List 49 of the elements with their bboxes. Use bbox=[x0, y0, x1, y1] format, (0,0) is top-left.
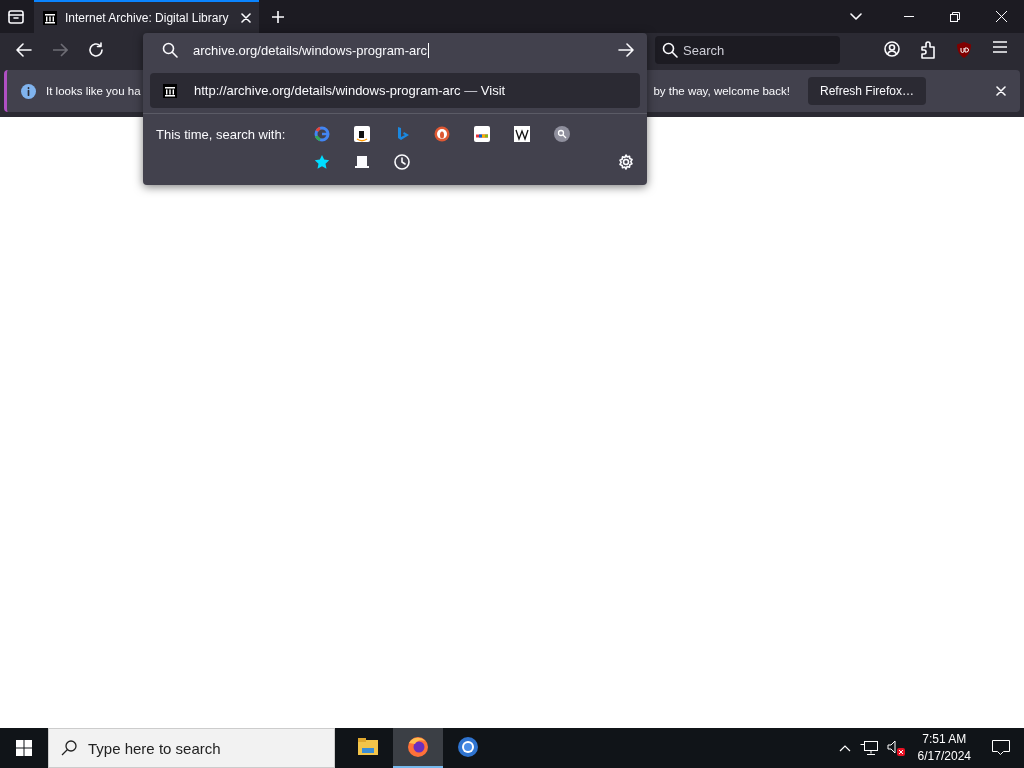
muted-speaker-icon[interactable] bbox=[886, 740, 905, 756]
taskbar-search-field[interactable]: Type here to search bbox=[48, 728, 335, 768]
settings-icon[interactable] bbox=[618, 154, 634, 170]
search-engine-icon[interactable] bbox=[514, 126, 530, 142]
search-field[interactable]: Search bbox=[655, 36, 840, 64]
info-icon bbox=[21, 83, 36, 99]
search-engine-icon[interactable] bbox=[434, 126, 450, 142]
forward-arrow-icon[interactable] bbox=[52, 43, 68, 57]
search-with-label: This time, search with: bbox=[156, 126, 287, 142]
star-icon[interactable] bbox=[314, 154, 330, 170]
puzzle-piece-icon[interactable] bbox=[920, 41, 936, 59]
app-icon bbox=[407, 736, 429, 758]
clock-icon[interactable] bbox=[394, 154, 410, 170]
close-icon[interactable] bbox=[996, 86, 1006, 96]
plus-icon[interactable] bbox=[272, 10, 284, 23]
search-engine-icon[interactable] bbox=[354, 126, 370, 142]
notification-text: by the way, welcome back! bbox=[653, 85, 790, 97]
notification-text: It looks like you ha bbox=[46, 85, 141, 97]
app-icon bbox=[357, 736, 379, 758]
pillared-building-icon bbox=[43, 10, 57, 25]
network-icon[interactable] bbox=[859, 741, 878, 755]
arrow-right-icon[interactable] bbox=[618, 43, 634, 57]
app-icon bbox=[457, 736, 479, 758]
refresh-button[interactable]: Refresh Firefox… bbox=[807, 77, 926, 105]
chevron-down-icon[interactable] bbox=[850, 13, 862, 20]
url-suggestion[interactable]: http://archive.org/details/windows-program-arc — Visit bbox=[150, 73, 640, 108]
windows-start-icon[interactable] bbox=[16, 740, 32, 756]
tab-icon[interactable] bbox=[354, 155, 370, 169]
address-field[interactable]: archive.org/details/windows-program-arc bbox=[143, 33, 647, 67]
menu-icon[interactable] bbox=[993, 41, 1007, 53]
close-icon[interactable] bbox=[995, 11, 1007, 22]
reload-icon[interactable] bbox=[88, 42, 104, 58]
clock-time: 7:51 AM bbox=[922, 731, 967, 748]
tray-icon[interactable] bbox=[8, 9, 24, 24]
account-icon[interactable] bbox=[884, 41, 900, 57]
search-icon bbox=[662, 42, 678, 58]
clock-date: 6/17/2024 bbox=[917, 748, 971, 765]
search-icon bbox=[162, 42, 178, 58]
search-engine-icon[interactable] bbox=[554, 126, 570, 142]
close-icon[interactable] bbox=[241, 12, 251, 23]
shield-icon[interactable] bbox=[956, 41, 972, 59]
taskbar-app[interactable] bbox=[393, 728, 443, 768]
back-arrow-icon[interactable] bbox=[16, 43, 32, 57]
notification-icon[interactable] bbox=[992, 740, 1010, 756]
chevron-up-icon[interactable] bbox=[838, 744, 851, 752]
search-icon bbox=[61, 740, 77, 756]
restore-icon[interactable] bbox=[950, 11, 960, 22]
pillared-building-icon bbox=[163, 83, 177, 98]
browser-tab[interactable]: Internet Archive: Digital Library bbox=[34, 0, 259, 33]
